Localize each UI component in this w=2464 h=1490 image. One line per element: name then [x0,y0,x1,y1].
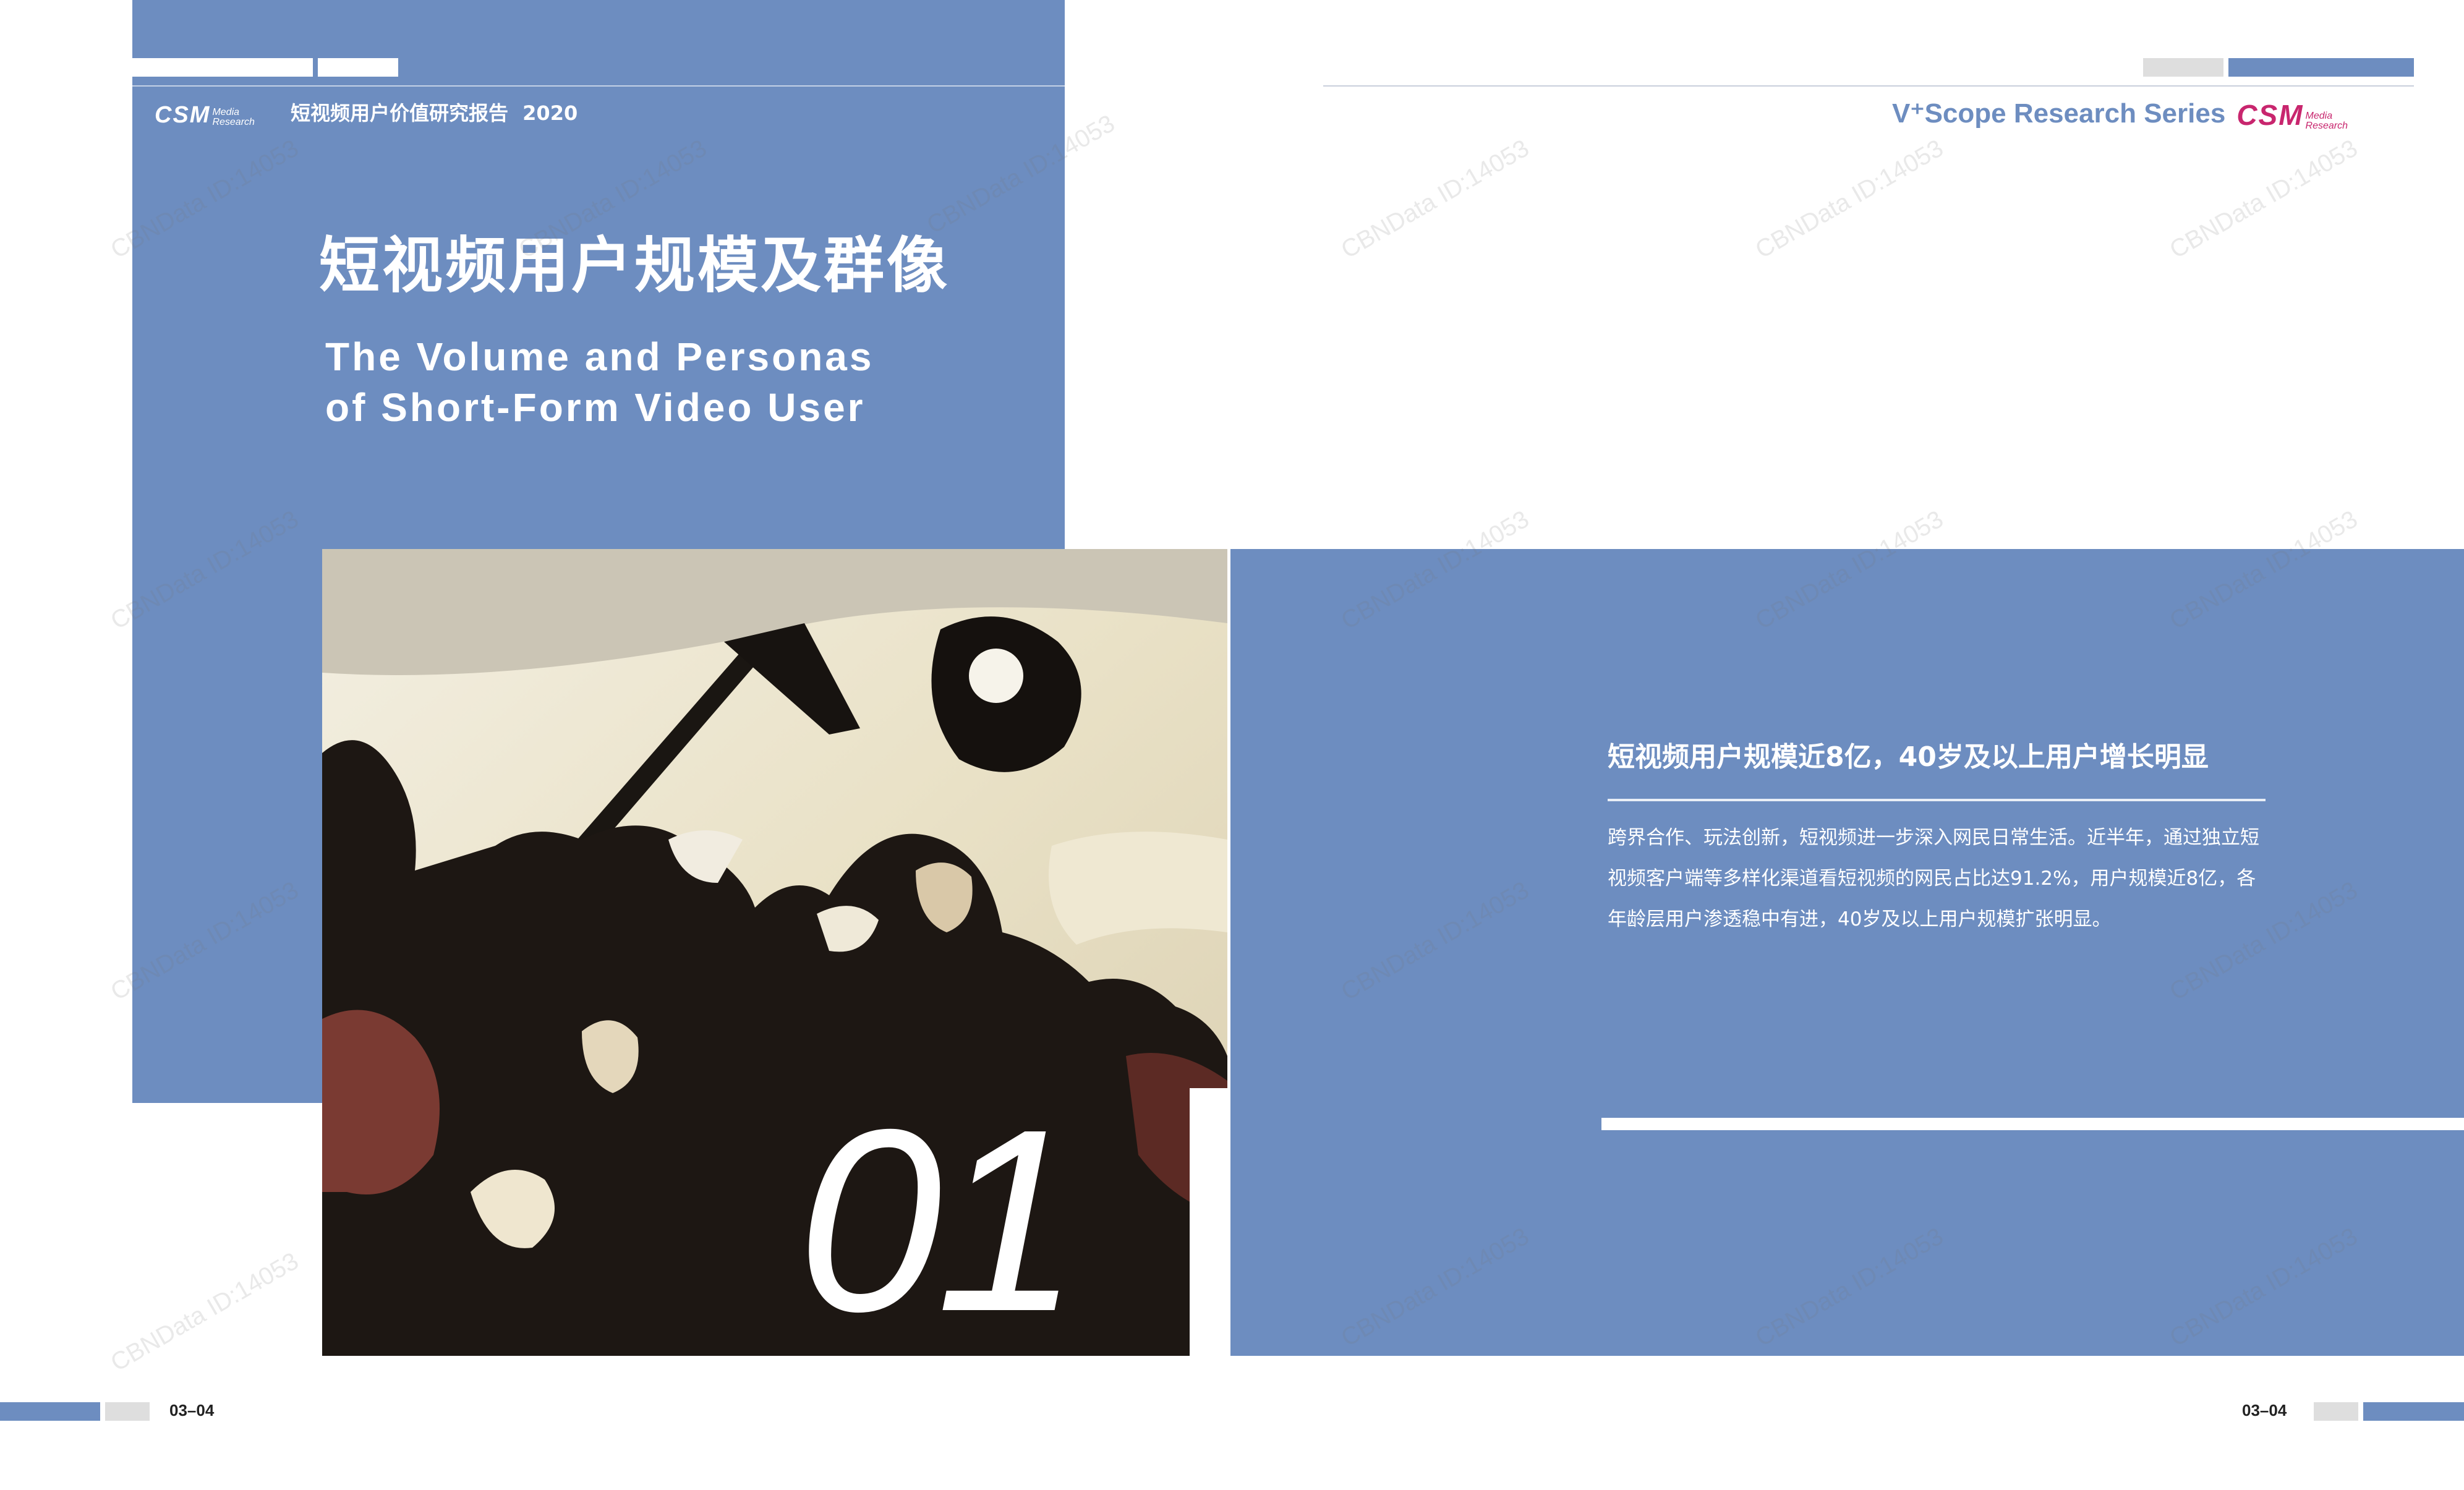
series-text: V⁺Scope Research Series [1892,98,2226,129]
report-year: 2020 [522,101,578,125]
footer-bar-right-grey [2314,1402,2358,1421]
film-crew-illustration [322,549,1227,1356]
watermark: CBNData ID:14053 [106,1247,304,1377]
right-header-bar-grey [2143,58,2223,77]
section-body: 跨界合作、玩法创新，短视频进一步深入网民日常生活。近半年，通过独立短视频客户端等… [1608,827,2259,930]
section-bottom-rule [1601,1118,2464,1130]
chapter-number: 01 [798,1076,1080,1366]
panel-divider [1190,1088,1230,1356]
report-title: 短视频用户价值研究报告 2020 [291,99,578,127]
film-crew-photo [322,549,1227,1356]
left-header-bar-short [318,58,398,77]
csm-logo-left: CSM Media Research [155,99,255,127]
csm-logo-sub-2: Research [212,117,255,127]
csm-logo-right-sub-1: Media [2305,111,2333,121]
report-title-text: 短视频用户价值研究报告 [291,101,509,125]
footer-bar-right-blue [2363,1402,2464,1421]
watermark: CBNData ID:14053 [1336,134,1534,264]
csm-logo-text: CSM [155,102,211,128]
csm-logo-right-sub-2: Research [2305,121,2348,131]
watermark: CBNData ID:14053 [1750,134,1948,264]
left-header-bar-long [132,58,313,77]
csm-logo-right: CSM [2236,99,2304,131]
section-heading-rule [1608,799,2266,801]
right-header-bar-blue [2228,58,2414,77]
chapter-title-en: The Volume and Personas of Short-Form Vi… [325,331,874,433]
watermark: CBNData ID:14053 [2165,134,2363,264]
section-heading: 短视频用户规模近8亿，40岁及以上用户增长明显 [1608,741,2209,773]
footer-bar-left-grey [105,1402,150,1421]
right-header-rule [1323,85,2414,87]
csm-logo-sub-1: Media [212,107,240,117]
page-number-right: 03–04 [2242,1401,2287,1420]
left-header-rule [132,85,1065,87]
series-title: V⁺Scope Research Series CSM Media Resear… [1892,96,2348,131]
page-number-left: 03–04 [169,1401,215,1420]
chapter-title-en-line2: of Short-Form Video User [325,385,866,430]
footer-bar-left-blue [0,1402,100,1421]
chapter-title-cn: 短视频用户规模及群像 [319,231,950,301]
chapter-title-en-line1: The Volume and Personas [325,334,874,379]
